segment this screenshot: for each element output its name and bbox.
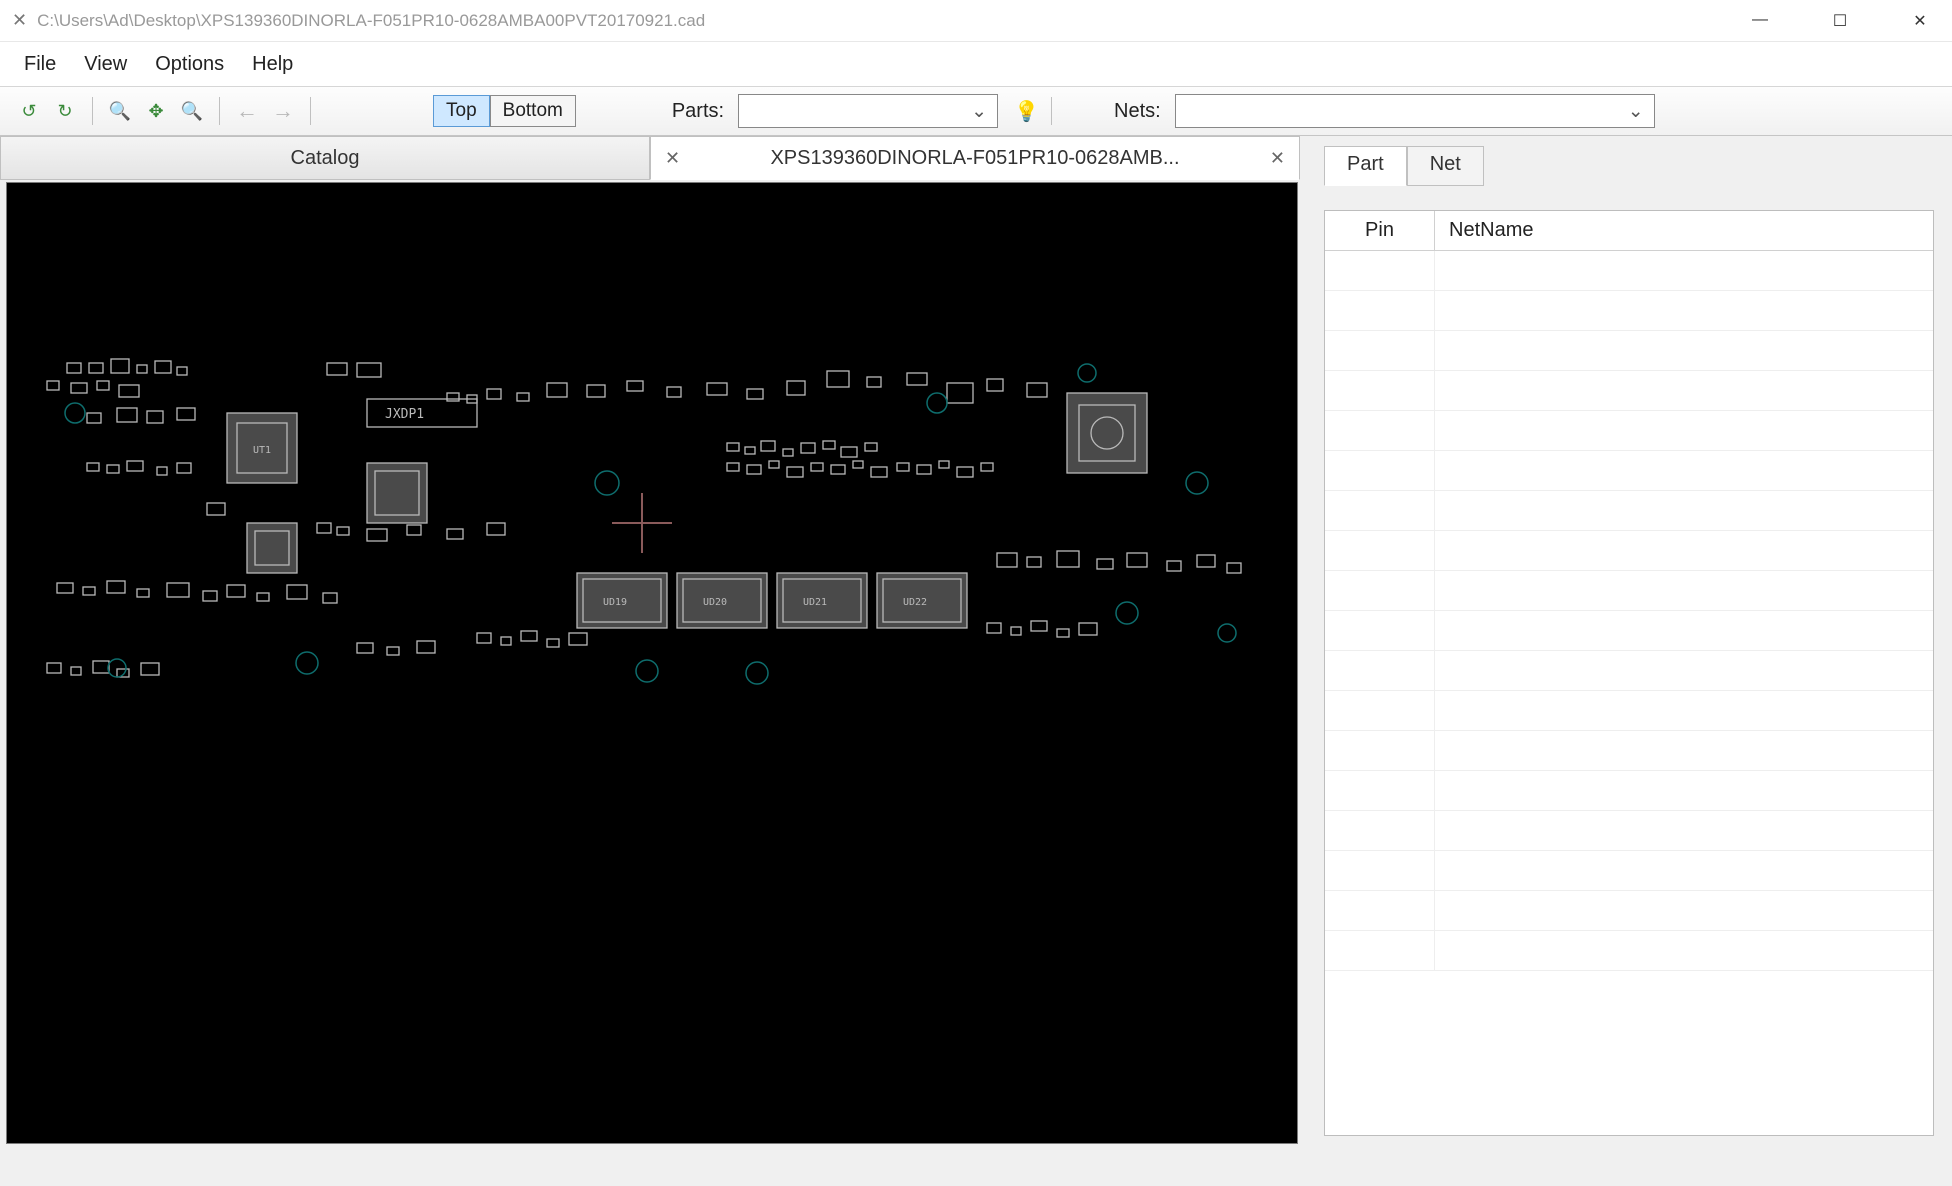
separator xyxy=(1051,97,1052,125)
menu-help[interactable]: Help xyxy=(252,53,293,76)
tab-catalog[interactable]: Catalog xyxy=(0,136,650,180)
menu-options[interactable]: Options xyxy=(155,53,224,76)
layer-top-button[interactable]: Top xyxy=(433,95,490,127)
label-jxdp1: JXDP1 xyxy=(385,407,424,422)
app-icon: ✕ xyxy=(12,10,27,31)
shuffle-icon: ✕ xyxy=(665,148,680,169)
chevron-down-icon: ⌄ xyxy=(971,100,987,123)
label-ut1: UT1 xyxy=(253,445,271,456)
rotate-cw-icon[interactable]: ↻ xyxy=(50,96,80,126)
col-pin[interactable]: Pin xyxy=(1325,211,1435,250)
parts-combo[interactable]: ⌄ xyxy=(738,94,998,128)
back-arrow-icon[interactable]: ← xyxy=(232,96,262,126)
menu-file[interactable]: File xyxy=(24,53,56,76)
parts-label: Parts: xyxy=(672,100,724,123)
board-svg: UT1 JXDP1 xyxy=(27,353,1277,793)
separator xyxy=(92,97,93,125)
zoom-fit-icon[interactable]: ✥ xyxy=(141,96,171,126)
toolbar: ↺ ↻ 🔍 ✥ 🔍 ← → Top Bottom Parts: ⌄ 💡 Nets… xyxy=(0,86,1952,136)
side-tab-net[interactable]: Net xyxy=(1407,146,1484,186)
chevron-down-icon: ⌄ xyxy=(1628,100,1644,123)
titlebar: ✕ C:\Users\Ad\Desktop\XPS139360DINORLA-F… xyxy=(0,0,1952,42)
nets-combo[interactable]: ⌄ xyxy=(1175,94,1655,128)
statusbar xyxy=(0,1146,1952,1186)
separator xyxy=(310,97,311,125)
forward-arrow-icon[interactable]: → xyxy=(268,96,298,126)
layer-bottom-button[interactable]: Bottom xyxy=(490,95,576,127)
zoom-in-icon[interactable]: 🔍 xyxy=(177,96,207,126)
pin-net-grid: Pin NetName xyxy=(1324,210,1934,1136)
highlight-icon[interactable]: 💡 xyxy=(1014,99,1039,124)
nets-label: Nets: xyxy=(1114,100,1161,123)
window-title: C:\Users\Ad\Desktop\XPS139360DINORLA-F05… xyxy=(37,11,705,31)
side-tab-part[interactable]: Part xyxy=(1324,146,1407,186)
tab-file-label: XPS139360DINORLA-F051PR10-0628AMB... xyxy=(770,147,1179,170)
pcb-canvas[interactable]: UT1 JXDP1 xyxy=(6,182,1298,1144)
menubar: File View Options Help xyxy=(0,42,1952,86)
maximize-button[interactable]: ☐ xyxy=(1820,11,1860,31)
grid-body xyxy=(1325,251,1933,971)
label-ud22: UD22 xyxy=(903,597,927,608)
col-netname[interactable]: NetName xyxy=(1435,211,1933,250)
label-ud19: UD19 xyxy=(603,597,627,608)
label-ud21: UD21 xyxy=(803,597,827,608)
rotate-ccw-icon[interactable]: ↺ xyxy=(14,96,44,126)
separator xyxy=(219,97,220,125)
tab-catalog-label: Catalog xyxy=(291,147,360,170)
zoom-window-icon[interactable]: 🔍 xyxy=(105,96,135,126)
tab-file[interactable]: ✕ XPS139360DINORLA-F051PR10-0628AMB... ✕ xyxy=(650,136,1300,180)
menu-view[interactable]: View xyxy=(84,53,127,76)
minimize-button[interactable]: — xyxy=(1740,11,1780,31)
close-tab-icon[interactable]: ✕ xyxy=(1270,148,1285,169)
close-button[interactable]: ✕ xyxy=(1900,11,1940,31)
label-ud20: UD20 xyxy=(703,597,727,608)
